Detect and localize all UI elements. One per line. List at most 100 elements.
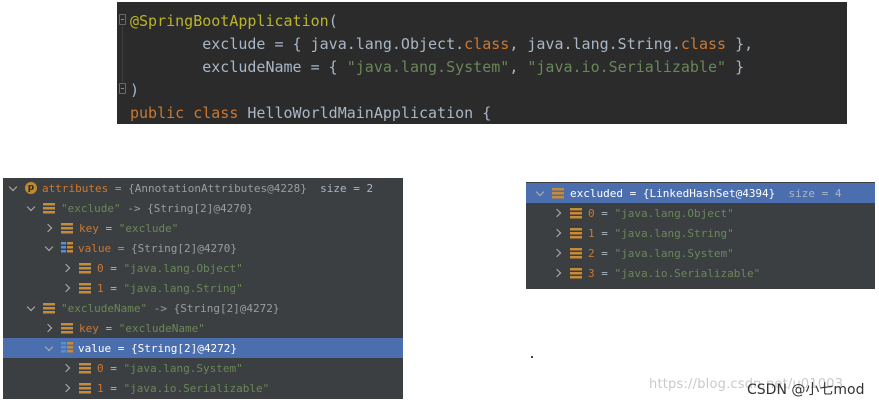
class-keyword: class <box>193 104 239 122</box>
var-name: key <box>79 221 99 235</box>
tree-row-selected[interactable]: value = {String[2]@4272} <box>3 338 403 358</box>
var-name: excluded <box>570 186 623 200</box>
var-value: "java.lang.String" <box>614 226 734 240</box>
field-icon <box>79 382 91 394</box>
code-line-2: exclude = { java.lang.Object. class, java… <box>130 35 753 53</box>
var-name: attributes <box>42 181 109 195</box>
fold-guide <box>122 26 123 82</box>
field-icon <box>43 302 55 314</box>
var-value: = {AnnotationAttributes@4228} <box>108 181 307 195</box>
var-name: value <box>78 241 112 255</box>
equals: = <box>594 226 615 240</box>
equals: = <box>103 281 124 295</box>
tree-row[interactable]: 0 = "java.lang.Object" <box>3 258 403 278</box>
field-icon <box>570 267 582 279</box>
tree-row[interactable]: key = "exclude" <box>3 218 403 238</box>
chevron-right-icon[interactable] <box>63 383 73 393</box>
code-line-3: excludeName = { "java.lang.System", "jav… <box>130 58 744 76</box>
chevron-down-icon[interactable] <box>45 243 55 253</box>
tree-row[interactable]: 0 = "java.lang.System" <box>3 358 403 378</box>
class-keyword: class <box>680 35 727 53</box>
equals: = <box>103 381 124 395</box>
class-name-token: HelloWorldMainApplication { <box>247 104 492 122</box>
code-line-4: ) <box>130 81 139 99</box>
equals: = <box>103 261 124 275</box>
tree-row[interactable]: 1 = "java.lang.String" <box>526 223 875 243</box>
type-token: java.lang.String. <box>527 35 681 53</box>
var-size: size = 4 <box>775 186 842 200</box>
string-literal: "java.io.Serializable" <box>527 58 727 76</box>
equals: = <box>98 221 119 235</box>
tree-row[interactable]: 0 = "java.lang.Object" <box>526 203 875 223</box>
public-keyword: public <box>130 104 185 122</box>
chevron-right-icon[interactable] <box>45 323 55 333</box>
var-name: 2 <box>588 246 595 260</box>
chevron-right-icon[interactable] <box>63 363 73 373</box>
array-icon <box>61 242 73 254</box>
tree-row[interactable]: 2 = "java.lang.System" <box>526 243 875 263</box>
var-value: "java.lang.System" <box>614 246 734 260</box>
field-icon <box>61 322 73 334</box>
equals: = <box>594 206 615 220</box>
chevron-right-icon[interactable] <box>554 208 564 218</box>
var-value: "java.lang.Object" <box>614 206 734 220</box>
variables-tree-attributes[interactable]: p attributes = {AnnotationAttributes@422… <box>3 178 403 399</box>
var-value: "java.lang.String" <box>123 281 243 295</box>
var-name: 0 <box>97 261 104 275</box>
chevron-right-icon[interactable] <box>554 248 564 258</box>
var-name: 0 <box>97 361 104 375</box>
tree-row[interactable]: value = {String[2]@4270} <box>3 238 403 258</box>
var-value: "exclude" <box>118 221 179 235</box>
field-icon <box>61 222 73 234</box>
var-name: value <box>78 341 112 355</box>
exclude-token: exclude = { <box>202 35 311 53</box>
chevron-right-icon[interactable] <box>554 228 564 238</box>
watermark-credit: CSDN @小七mod <box>747 382 865 398</box>
brace-token: }, <box>726 35 754 53</box>
var-name: key <box>79 321 99 335</box>
var-name: 1 <box>97 281 104 295</box>
tree-row[interactable]: 1 = "java.lang.String" <box>3 278 403 298</box>
tree-row[interactable]: key = "excludeName" <box>3 318 403 338</box>
chevron-right-icon[interactable] <box>63 283 73 293</box>
code-line-1: @SpringBootApplication( <box>130 12 338 30</box>
field-icon <box>79 262 91 274</box>
fold-end-icon[interactable] <box>119 83 126 94</box>
field-icon <box>552 187 564 199</box>
tree-row[interactable]: 1 = "java.io.Serializable" <box>3 378 403 398</box>
fold-start-icon[interactable] <box>119 14 126 25</box>
field-icon <box>570 207 582 219</box>
tree-row[interactable]: "excludeName" -> {String[2]@4272} <box>3 298 403 318</box>
chevron-right-icon[interactable] <box>554 268 564 278</box>
map-key: "excludeName" <box>61 301 148 315</box>
chevron-right-icon[interactable] <box>45 223 55 233</box>
chevron-down-icon[interactable] <box>27 303 37 313</box>
chevron-down-icon[interactable] <box>9 183 19 193</box>
var-size: size = 2 <box>306 181 374 195</box>
type-token: java.lang.Object. <box>310 35 465 53</box>
map-key: "exclude" <box>61 201 121 215</box>
code-editor[interactable]: @SpringBootApplication( exclude = { java… <box>117 2 847 124</box>
var-value: "java.io.Serializable" <box>123 381 270 395</box>
equals: = <box>594 266 615 280</box>
field-icon <box>570 227 582 239</box>
var-value: "excludeName" <box>118 321 205 335</box>
chevron-down-icon[interactable] <box>27 203 37 213</box>
field-icon <box>570 247 582 259</box>
tree-row[interactable]: p attributes = {AnnotationAttributes@422… <box>3 178 403 198</box>
var-value: = {LinkedHashSet@4394} <box>622 186 776 200</box>
paren-token: ) <box>130 81 140 99</box>
chevron-down-icon[interactable] <box>536 188 546 198</box>
tree-row-selected[interactable]: excluded = {LinkedHashSet@4394} size = 4 <box>526 183 875 203</box>
tree-row[interactable]: "exclude" -> {String[2]@4270} <box>3 198 403 218</box>
paren-token: ( <box>328 12 338 30</box>
exclude-name-token: excludeName = { <box>202 58 347 76</box>
var-name: 0 <box>588 206 595 220</box>
chevron-down-icon[interactable] <box>45 343 55 353</box>
var-value: = {String[2]@4272} <box>111 341 237 355</box>
tree-row[interactable]: 3 = "java.io.Serializable" <box>526 263 875 283</box>
variables-tree-excluded[interactable]: excluded = {LinkedHashSet@4394} size = 4… <box>526 182 875 289</box>
chevron-right-icon[interactable] <box>63 263 73 273</box>
separator: , <box>509 35 528 53</box>
